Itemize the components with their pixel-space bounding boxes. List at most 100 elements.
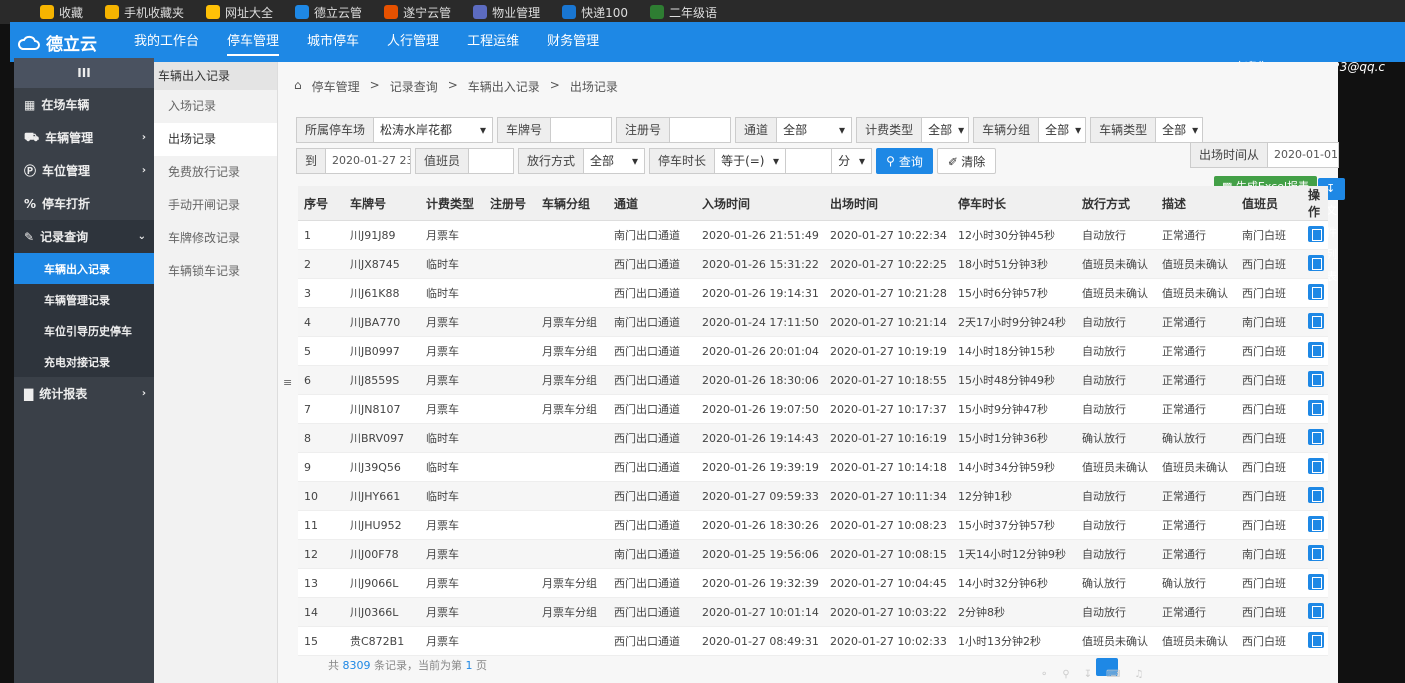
table-cell: [484, 626, 536, 656]
table-row[interactable]: 12 川J00F78 月票车 南门出口通道 2020-01-25 19:56:06 202…: [298, 539, 1328, 569]
table-row[interactable]: 11 川JHU952 月票车 西门出口通道 2020-01-26 18:30:26 202…: [298, 510, 1328, 540]
bookmark-item[interactable]: 快递100: [562, 4, 628, 21]
sidebar-item[interactable]: ⛟ 车辆管理 ›: [14, 121, 154, 154]
fee-type-select[interactable]: 计费类型 全部 ▾: [856, 117, 970, 143]
duration-unit-wrap[interactable]: 分 ▾: [831, 149, 871, 173]
table-row[interactable]: 6 川J8559S 月票车 月票车分组 西门出口通道 2020-01-26 18:30:0…: [298, 365, 1328, 395]
channel-select[interactable]: 通道 全部 ▾: [735, 117, 853, 143]
table-row[interactable]: 7 川JN8107 月票车 月票车分组 西门出口通道 2020-01-26 19:07:5…: [298, 394, 1328, 424]
release-select[interactable]: 放行方式 全部 ▾: [518, 148, 646, 174]
sidebar-item[interactable]: ▦ 在场车辆: [14, 88, 154, 121]
sidebar-item[interactable]: Ⓟ 车位管理 ›: [14, 154, 154, 187]
table-row[interactable]: 14 川J0366L 月票车 月票车分组 西门出口通道 2020-01-27 10:01:…: [298, 597, 1328, 627]
secondary-nav-item[interactable]: 车牌修改记录: [154, 222, 277, 255]
detail-icon[interactable]: [1308, 254, 1324, 271]
exit-from-field[interactable]: 出场时间从 2020-01-01 0: [1190, 142, 1340, 168]
detail-icon[interactable]: [1308, 544, 1324, 561]
breadcrumb-item-3[interactable]: 车辆出入记录: [468, 78, 540, 95]
detail-icon[interactable]: [1308, 428, 1324, 445]
table-row[interactable]: 3 川J61K88 临时车 西门出口通道 2020-01-26 19:14:31 2020…: [298, 278, 1328, 308]
top-nav-item[interactable]: 人行管理: [373, 22, 453, 62]
reg-field[interactable]: 注册号: [616, 117, 732, 143]
sidebar-toggle-icon: III: [77, 66, 91, 80]
detail-icon[interactable]: [1308, 312, 1324, 329]
table-row[interactable]: 4 川JBA770 月票车 月票车分组 南门出口通道 2020-01-24 17:11:5…: [298, 307, 1328, 337]
group-select[interactable]: 车辆分组 全部 ▾: [973, 117, 1087, 143]
detail-icon[interactable]: [1308, 341, 1324, 358]
release-value: 全部: [590, 154, 615, 168]
table-row[interactable]: 13 川J9066L 月票车 月票车分组 西门出口通道 2020-01-26 19:32:…: [298, 568, 1328, 598]
sidebar-subitem[interactable]: 车辆管理记录: [14, 284, 154, 315]
car-type-select[interactable]: 车辆类型 全部 ▾: [1090, 117, 1204, 143]
breadcrumb-item-2[interactable]: 记录查询: [390, 78, 438, 95]
sidebar-item[interactable]: ▇ 统计报表 ›: [14, 377, 154, 410]
table-cell: 临时车: [420, 278, 484, 308]
home-icon[interactable]: ⌂: [294, 78, 302, 95]
collapse-handle-icon[interactable]: ≡: [283, 376, 295, 389]
to-date-input[interactable]: 2020-01-27 23: [326, 149, 410, 173]
table-row[interactable]: 5 川JB0997 月票车 月票车分组 西门出口通道 2020-01-26 20:01:0…: [298, 336, 1328, 366]
table-row[interactable]: 8 川BRV097 临时车 西门出口通道 2020-01-26 19:14:43 2020…: [298, 423, 1328, 453]
bookmark-item[interactable]: 物业管理: [473, 4, 540, 21]
detail-icon[interactable]: [1308, 283, 1324, 300]
detail-icon[interactable]: [1308, 399, 1324, 416]
sidebar-subitem[interactable]: 车位引导历史停车: [14, 315, 154, 346]
column-header: 车牌号: [344, 186, 420, 221]
detail-icon[interactable]: [1308, 225, 1324, 242]
plate-field[interactable]: 车牌号: [497, 117, 613, 143]
detail-icon[interactable]: [1308, 457, 1324, 474]
detail-icon[interactable]: [1308, 631, 1324, 648]
query-button[interactable]: ⚲ 查询: [876, 148, 933, 174]
parking-lot-select[interactable]: 所属停车场 松涛水岸花都 ▾: [296, 117, 494, 143]
table-row[interactable]: 10 川JHY661 临时车 西门出口通道 2020-01-27 09:59:33 202…: [298, 481, 1328, 511]
sidebar-toggle-button[interactable]: III: [14, 58, 154, 88]
sidebar-item[interactable]: ✎ 记录查询 ⌄: [14, 220, 154, 253]
detail-icon[interactable]: [1308, 602, 1324, 619]
app-logo[interactable]: 德立云: [10, 30, 120, 55]
bookmark-item[interactable]: 网址大全: [206, 4, 273, 21]
duty-field[interactable]: 值班员: [415, 148, 515, 174]
secondary-nav-item[interactable]: 手动开闸记录: [154, 189, 277, 222]
bookmark-item[interactable]: 手机收藏夹: [105, 4, 184, 21]
table-row[interactable]: 1 川J91J89 月票车 南门出口通道 2020-01-26 21:51:49 2020…: [298, 220, 1328, 250]
secondary-nav-item[interactable]: 入场记录: [154, 90, 277, 123]
clear-button[interactable]: ✐ 清除: [936, 148, 997, 174]
sidebar-item[interactable]: % 停车打折: [14, 187, 154, 220]
group-value-wrap: 全部 ▾: [1039, 118, 1085, 142]
top-nav-item[interactable]: 工程运维: [453, 22, 533, 62]
sidebar-subitem[interactable]: 车辆出入记录: [14, 253, 154, 284]
detail-icon[interactable]: [1308, 515, 1324, 532]
cloud-icon: [18, 35, 40, 50]
table-row[interactable]: 2 川JX8745 临时车 西门出口通道 2020-01-26 15:31:22 2020…: [298, 249, 1328, 279]
duty-input[interactable]: [469, 149, 513, 173]
table-cell: 西门白班: [1236, 452, 1302, 482]
bookmark-item[interactable]: 二年级语: [650, 4, 717, 21]
sidebar-subitem[interactable]: 充电对接记录: [14, 346, 154, 377]
secondary-nav-item[interactable]: 车辆锁车记录: [154, 255, 277, 288]
top-nav-item[interactable]: 我的工作台: [120, 22, 213, 62]
breadcrumb-item-1[interactable]: 停车管理: [312, 78, 360, 95]
secondary-nav-item[interactable]: 免费放行记录: [154, 156, 277, 189]
exit-from-input[interactable]: 2020-01-01 0: [1268, 143, 1338, 167]
bookmark-item[interactable]: 遂宁云管: [384, 4, 451, 21]
table-cell: 值班员未确认: [1156, 626, 1236, 656]
reg-input[interactable]: [670, 118, 730, 142]
table-row[interactable]: 15 贵C872B1 月票车 西门出口通道 2020-01-27 08:49:31 202…: [298, 626, 1328, 656]
bookmark-item[interactable]: 德立云管: [295, 4, 362, 21]
top-nav-item[interactable]: 停车管理: [213, 22, 293, 62]
duration-op-wrap[interactable]: 等于(=) ▾: [715, 149, 785, 173]
top-nav-item[interactable]: 财务管理: [533, 22, 613, 62]
duration-field[interactable]: 停车时长 等于(=) ▾ 分 ▾: [649, 148, 873, 174]
duration-input[interactable]: [785, 149, 831, 173]
plate-input[interactable]: [551, 118, 611, 142]
secondary-nav-item[interactable]: 出场记录: [154, 123, 277, 156]
detail-icon[interactable]: [1308, 573, 1324, 590]
detail-icon[interactable]: [1308, 486, 1324, 503]
bookmark-label: 网址大全: [225, 5, 274, 20]
detail-icon[interactable]: [1308, 370, 1324, 387]
bookmark-item[interactable]: 收藏: [40, 4, 83, 21]
table-row[interactable]: 9 川J39Q56 临时车 西门出口通道 2020-01-26 19:39:19 2020…: [298, 452, 1328, 482]
table-cell-action: [1302, 452, 1328, 482]
to-date-field[interactable]: 到 2020-01-27 23: [296, 148, 412, 174]
top-nav-item[interactable]: 城市停车: [293, 22, 373, 62]
